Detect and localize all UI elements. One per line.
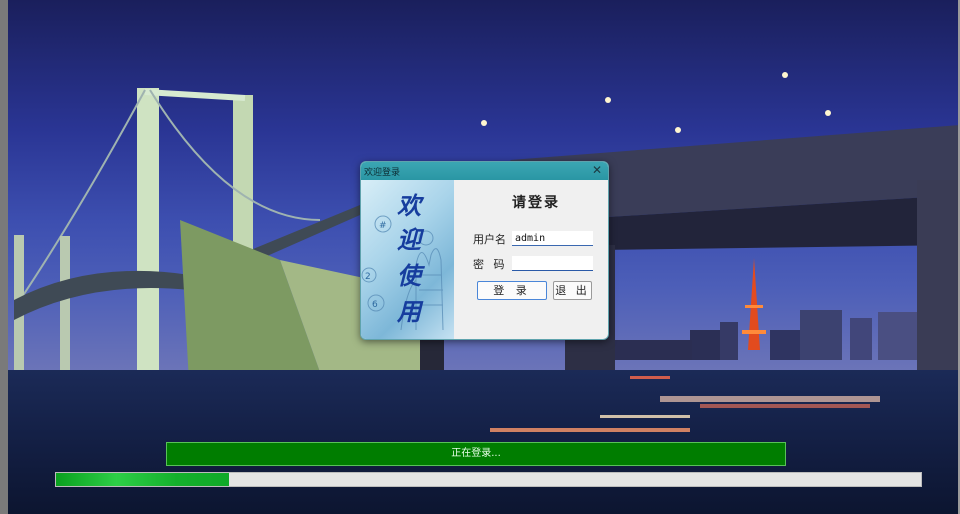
login-form: 用户名 密 码 登 录 退 出 bbox=[461, 217, 601, 305]
dialog-title: 欢迎登录 bbox=[364, 168, 401, 178]
login-button[interactable]: 登 录 bbox=[477, 281, 547, 300]
password-label: 密 码 bbox=[473, 258, 508, 271]
welcome-banner: # 2 6 欢 迎 使 用 bbox=[361, 180, 454, 339]
username-label: 用户名 bbox=[473, 233, 506, 246]
dialog-titlebar[interactable]: 欢迎登录 ✕ bbox=[361, 162, 608, 180]
svg-text:6: 6 bbox=[372, 300, 378, 310]
banner-char-4: 用 bbox=[397, 297, 421, 326]
svg-text:2: 2 bbox=[365, 272, 371, 282]
svg-text:#: # bbox=[379, 221, 387, 231]
banner-char-2: 迎 bbox=[397, 225, 421, 254]
exit-button[interactable]: 退 出 bbox=[553, 281, 592, 300]
username-input[interactable] bbox=[512, 231, 593, 246]
login-heading: 请登录 bbox=[512, 195, 560, 211]
banner-char-1: 欢 bbox=[397, 191, 421, 220]
progress-fill bbox=[56, 473, 229, 486]
banner-char-3: 使 bbox=[397, 261, 421, 290]
password-input[interactable] bbox=[512, 256, 593, 271]
login-dialog: 欢迎登录 ✕ # 2 6 欢 迎 使 用 请登录 用户名 密 码 登 录 bbox=[360, 161, 609, 340]
login-status-bar: 正在登录... bbox=[166, 442, 786, 466]
login-progress-bar bbox=[55, 472, 922, 487]
window-left-border bbox=[0, 0, 8, 514]
close-icon[interactable]: ✕ bbox=[590, 163, 604, 178]
